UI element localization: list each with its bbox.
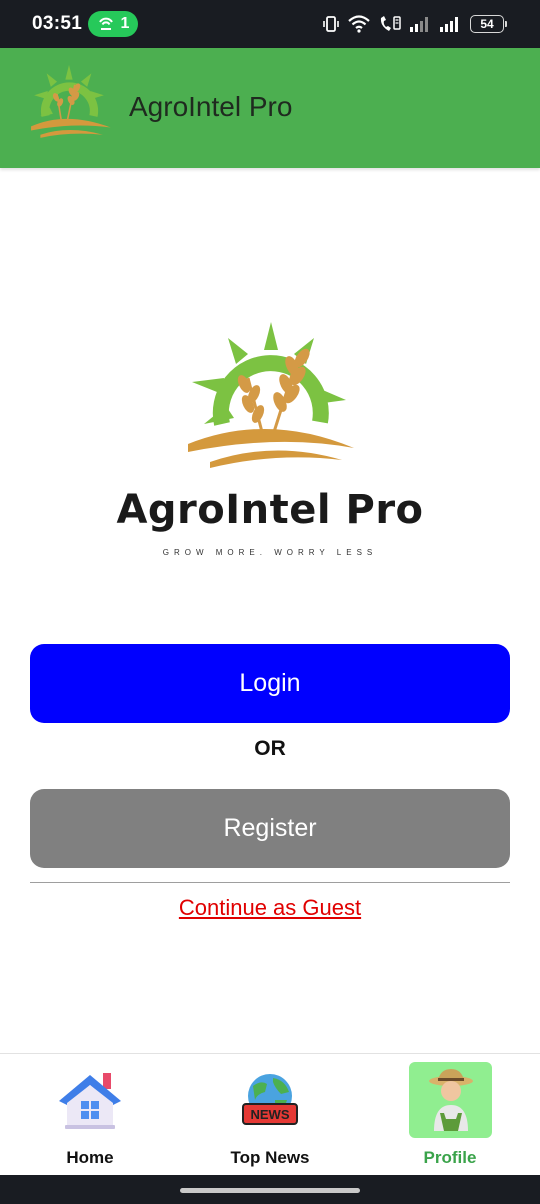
status-bar: 03:51 1 54 (0, 0, 540, 48)
battery-icon: 54 (470, 15, 507, 33)
house-icon (55, 1066, 125, 1136)
wifi-icon (348, 15, 370, 33)
hotspot-count: 1 (120, 15, 130, 32)
nav-label-profile: Profile (423, 1148, 477, 1167)
nav-item-home[interactable]: Home (0, 1054, 180, 1176)
nav-item-profile[interactable]: Profile (360, 1054, 540, 1176)
hotspot-indicator: 1 (88, 11, 138, 37)
register-button[interactable]: Register (30, 789, 510, 868)
signal-icon (440, 17, 458, 32)
app-logo-icon (31, 65, 111, 138)
bottom-nav: Home NEWS Top News Profile (0, 1053, 540, 1175)
news-badge-text: NEWS (251, 1107, 290, 1122)
brand-name: AgroIntel Pro (116, 487, 424, 533)
app-bar: AgroIntel Pro (0, 48, 540, 168)
hotspot-icon (98, 17, 113, 30)
gesture-handle[interactable] (180, 1188, 360, 1193)
divider (30, 882, 510, 883)
wifi-calling-icon (380, 16, 401, 31)
system-gesture-area (0, 1175, 540, 1204)
brand-logo-icon (188, 322, 354, 468)
news-globe-icon: NEWS (235, 1066, 305, 1136)
signal-icon (410, 17, 428, 32)
or-separator: OR (254, 737, 286, 760)
status-icons: 54 (322, 12, 507, 36)
app-title: AgroIntel Pro (129, 91, 293, 122)
vibrate-icon (323, 16, 339, 32)
status-time: 03:51 (32, 13, 83, 34)
login-button[interactable]: Login (30, 644, 510, 723)
nav-label-top-news: Top News (230, 1148, 310, 1167)
battery-level: 54 (480, 17, 494, 31)
farmer-avatar-icon (409, 1062, 492, 1138)
continue-as-guest-link[interactable]: Continue as Guest (0, 895, 540, 921)
brand-tagline: GROW MORE. WORRY LESS (162, 548, 378, 557)
nav-label-home: Home (66, 1148, 114, 1167)
nav-item-top-news[interactable]: NEWS Top News (180, 1054, 360, 1176)
